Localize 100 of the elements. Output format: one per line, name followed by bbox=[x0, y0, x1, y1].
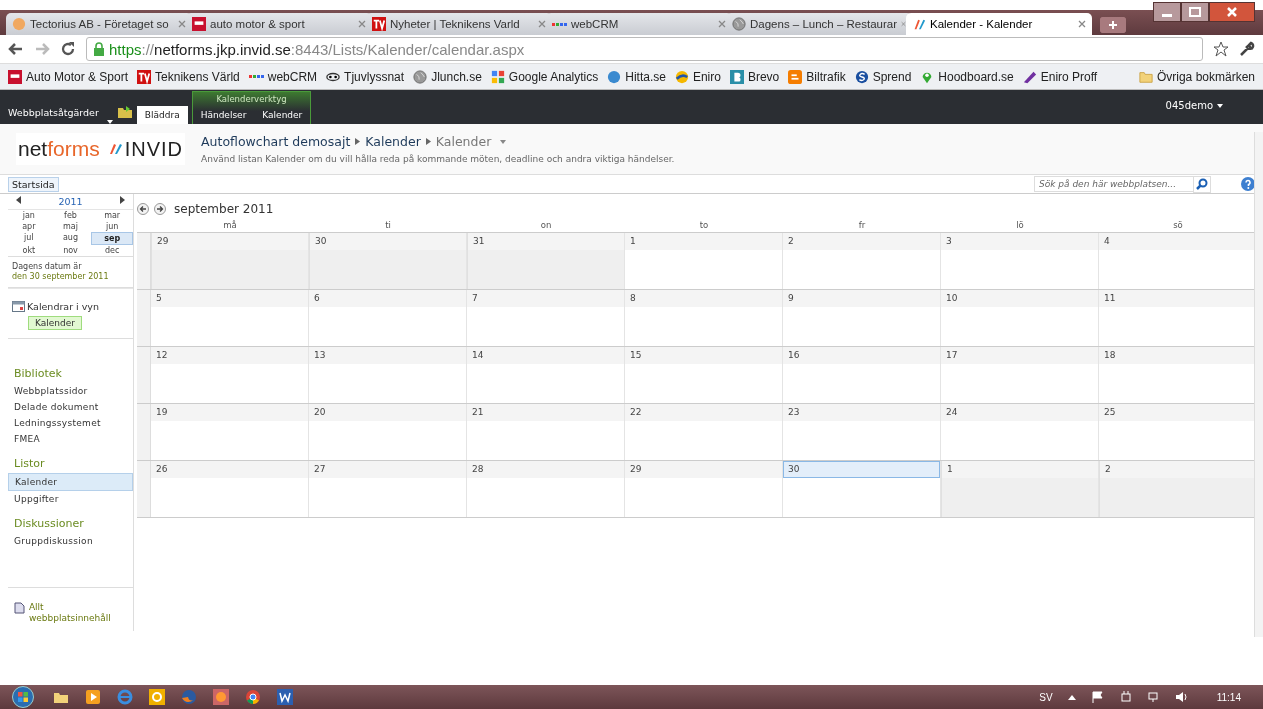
minimize-button[interactable] bbox=[1153, 2, 1181, 22]
month-link[interactable]: jan bbox=[8, 210, 50, 221]
site-actions-menu[interactable]: Webbplatsåtgärder bbox=[0, 107, 103, 124]
day-number[interactable]: 24 bbox=[941, 404, 1098, 421]
day-number[interactable]: 23 bbox=[783, 404, 940, 421]
month-link[interactable]: jun bbox=[91, 221, 133, 232]
month-link[interactable]: sep bbox=[91, 232, 133, 245]
bookmark[interactable]: Eniro bbox=[674, 69, 721, 84]
colorful-app-icon[interactable] bbox=[212, 688, 230, 706]
day-cell[interactable]: 15 bbox=[625, 347, 783, 403]
day-number[interactable]: 12 bbox=[151, 347, 308, 364]
day-cell[interactable]: 1 bbox=[625, 233, 783, 289]
address-field[interactable]: https://netforms.jkp.invid.se:8443/Lists/Kalender/calendar.aspx bbox=[86, 37, 1203, 61]
close-icon[interactable] bbox=[358, 20, 366, 28]
day-number[interactable]: 3 bbox=[941, 233, 1098, 250]
speaker-icon[interactable] bbox=[1174, 691, 1189, 703]
month-link[interactable]: aug bbox=[49, 232, 92, 245]
bookmark[interactable]: Auto Motor & Sport bbox=[8, 69, 129, 84]
nav-link[interactable]: Delade dokument bbox=[8, 399, 133, 415]
day-cell[interactable]: 3 bbox=[941, 233, 1099, 289]
calendar-tag[interactable]: Kalender bbox=[28, 316, 82, 330]
day-number[interactable]: 29 bbox=[152, 233, 308, 250]
bookmark[interactable]: Hitta.se bbox=[607, 69, 666, 84]
day-number[interactable]: 4 bbox=[1099, 233, 1256, 250]
month-link[interactable]: mar bbox=[91, 210, 133, 221]
day-number[interactable]: 17 bbox=[941, 347, 1098, 364]
reload-icon[interactable] bbox=[60, 41, 76, 57]
day-number[interactable]: 28 bbox=[467, 461, 624, 478]
day-number[interactable]: 31 bbox=[468, 233, 624, 250]
month-link[interactable]: apr bbox=[8, 221, 50, 232]
close-icon[interactable] bbox=[1078, 20, 1086, 28]
nav-heading[interactable]: Bibliotek bbox=[8, 357, 133, 383]
ribbon-tab[interactable]: Händelser bbox=[192, 106, 255, 124]
help-icon[interactable] bbox=[1241, 177, 1255, 191]
day-cell[interactable]: 16 bbox=[783, 347, 941, 403]
day-number[interactable]: 2 bbox=[783, 233, 940, 250]
nav-link[interactable]: Webbplatssidor bbox=[8, 383, 133, 399]
day-cell[interactable]: 13 bbox=[309, 347, 467, 403]
day-number[interactable]: 25 bbox=[1099, 404, 1256, 421]
language-indicator[interactable]: SV bbox=[1039, 691, 1053, 703]
next-year-icon[interactable] bbox=[119, 196, 125, 204]
day-cell[interactable]: 23 bbox=[783, 404, 941, 460]
search-icon[interactable] bbox=[1193, 175, 1211, 193]
chrome-icon[interactable] bbox=[244, 688, 262, 706]
bookmark[interactable]: Teknikens Värld bbox=[137, 69, 240, 84]
close-icon[interactable] bbox=[178, 20, 186, 28]
day-number[interactable]: 7 bbox=[467, 290, 624, 307]
caret-icon[interactable] bbox=[1217, 104, 1223, 108]
network-icon[interactable] bbox=[1146, 691, 1161, 703]
word-icon[interactable] bbox=[276, 688, 294, 706]
breadcrumb-link[interactable]: Autoflowchart demosajt bbox=[201, 134, 351, 149]
day-number[interactable]: 13 bbox=[309, 347, 466, 364]
day-cell[interactable]: 29 bbox=[625, 461, 783, 517]
browser-e-icon[interactable] bbox=[116, 688, 134, 706]
day-cell[interactable]: 6 bbox=[309, 290, 467, 346]
day-cell[interactable]: 28 bbox=[467, 461, 625, 517]
day-cell[interactable]: 8 bbox=[625, 290, 783, 346]
day-cell[interactable]: 24 bbox=[941, 404, 1099, 460]
day-cell[interactable]: 10 bbox=[941, 290, 1099, 346]
bookmark[interactable]: Eniro Proff bbox=[1022, 69, 1098, 84]
day-number[interactable]: 1 bbox=[942, 461, 1098, 478]
bookmark[interactable]: Jlunch.se bbox=[413, 69, 482, 84]
today-link[interactable]: den 30 september 2011 bbox=[12, 272, 109, 281]
nav-link[interactable]: Ledningssystemet bbox=[8, 415, 133, 431]
day-number[interactable]: 30 bbox=[310, 233, 466, 250]
previous-year-icon[interactable] bbox=[16, 196, 22, 204]
day-cell[interactable]: 26 bbox=[151, 461, 309, 517]
day-cell[interactable]: 27 bbox=[309, 461, 467, 517]
day-number[interactable]: 15 bbox=[625, 347, 782, 364]
document-icon[interactable] bbox=[14, 601, 26, 614]
day-number[interactable]: 1 bbox=[625, 233, 782, 250]
mail-app-icon[interactable] bbox=[148, 688, 166, 706]
bookmark[interactable]: Brevo bbox=[729, 69, 780, 84]
month-link[interactable]: jul bbox=[8, 232, 50, 245]
day-number[interactable]: 16 bbox=[783, 347, 940, 364]
day-cell[interactable]: 14 bbox=[467, 347, 625, 403]
day-cell[interactable]: 9 bbox=[783, 290, 941, 346]
play-icon[interactable] bbox=[84, 688, 102, 706]
fox-globe-icon[interactable] bbox=[180, 688, 198, 706]
nav-link[interactable]: Kalender bbox=[8, 473, 133, 491]
close-icon[interactable] bbox=[718, 20, 726, 28]
day-cell[interactable]: 2 bbox=[783, 233, 941, 289]
bookmark[interactable]: Hoodboard.se bbox=[920, 69, 1014, 84]
day-cell[interactable]: 7 bbox=[467, 290, 625, 346]
day-number[interactable]: 30 bbox=[783, 461, 940, 478]
month-link[interactable]: dec bbox=[91, 245, 133, 256]
month-link[interactable]: okt bbox=[8, 245, 50, 256]
day-number[interactable]: 21 bbox=[467, 404, 624, 421]
day-cell[interactable]: 22 bbox=[625, 404, 783, 460]
bookmark[interactable]: Biltrafik bbox=[788, 69, 846, 84]
day-number[interactable]: 14 bbox=[467, 347, 624, 364]
breadcrumb-link[interactable]: Kalender bbox=[365, 134, 421, 149]
user-menu[interactable]: 045demo bbox=[1165, 100, 1213, 111]
day-number[interactable]: 5 bbox=[151, 290, 308, 307]
top-nav-link[interactable]: Startsida bbox=[8, 176, 59, 192]
day-cell[interactable]: 25 bbox=[1099, 404, 1257, 460]
back-arrow-icon[interactable] bbox=[8, 41, 24, 57]
nav-link[interactable]: Uppgifter bbox=[8, 491, 133, 507]
browser-tab[interactable]: Kalender - Kalender bbox=[906, 13, 1092, 35]
day-cell[interactable]: 17 bbox=[941, 347, 1099, 403]
